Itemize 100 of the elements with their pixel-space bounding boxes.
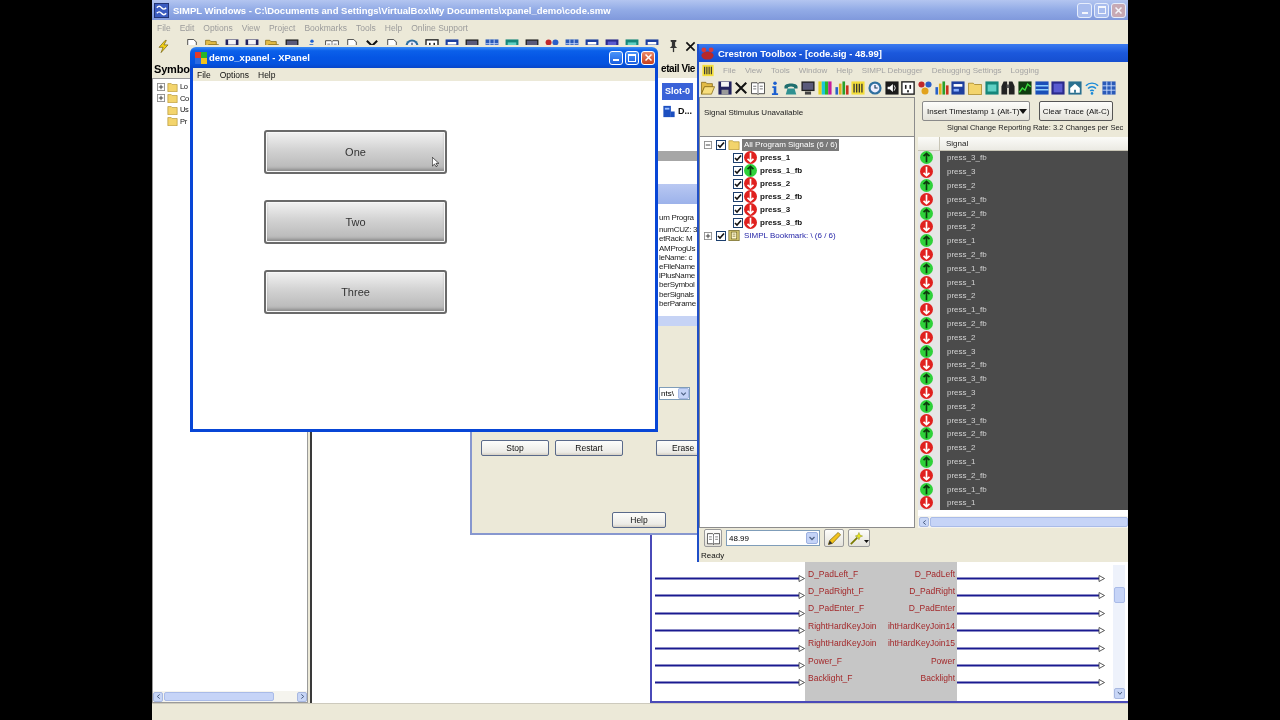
color-bars-icon[interactable] [817, 80, 832, 95]
wave-icon[interactable] [1034, 80, 1049, 95]
bar-chart-icon[interactable] [934, 80, 949, 95]
signal-wire[interactable] [957, 644, 1105, 652]
checkbox[interactable] [733, 204, 743, 215]
clock-icon[interactable] [867, 80, 882, 95]
bar-chart-icon[interactable] [834, 80, 849, 95]
line-graph-icon[interactable] [1018, 80, 1033, 95]
close-icon[interactable] [734, 80, 749, 95]
panel-button[interactable]: Three [264, 270, 447, 314]
speaker-icon[interactable] [884, 80, 899, 95]
tree-item[interactable]: SIMPL Bookmark: \ (6 / 6) [742, 229, 838, 242]
pencil-button[interactable] [824, 529, 844, 547]
panel-button[interactable]: Two [264, 200, 447, 244]
book-button[interactable] [704, 529, 722, 547]
scroll-right-button[interactable] [297, 691, 307, 702]
version-combo[interactable]: 48.99 [726, 530, 820, 546]
pin-icon[interactable] [667, 39, 680, 53]
timestamp-dropdown[interactable]: Insert Timestamp 1 (Alt-T) [922, 101, 1030, 121]
collapse-icon[interactable] [704, 140, 712, 149]
signal-wire[interactable] [652, 627, 805, 635]
document-icon[interactable] [345, 39, 359, 45]
signal-wire[interactable] [652, 644, 805, 652]
close-icon[interactable] [365, 39, 379, 45]
tree-item[interactable]: press_3 [758, 203, 793, 216]
tree-item[interactable]: press_1 [758, 151, 793, 164]
book-icon[interactable] [325, 39, 339, 45]
tree-item[interactable]: press_1_fb [758, 164, 805, 177]
tile-icon[interactable] [1051, 80, 1066, 95]
checkbox[interactable] [733, 152, 743, 163]
house-icon[interactable] [1068, 80, 1083, 95]
symbol-block[interactable]: D_PadLeft_F D_PadLeft D_PadRight_F D_PadRight D_PadEnter_F D_PadEnter RightHardKeyJoin ihtHardKeyJoin14 RightHardKeyJoin ihtHardKeyJoin15 Power_F Power Backlight_F Backlight [805, 562, 957, 701]
dialog-button[interactable]: Erase [656, 440, 697, 456]
lightning-icon[interactable] [157, 39, 170, 54]
checkbox[interactable] [733, 217, 743, 228]
panel-button[interactable]: One [264, 130, 447, 174]
columns-icon[interactable] [702, 63, 714, 77]
signal-wire[interactable] [652, 609, 805, 617]
signal-wire[interactable] [652, 661, 805, 669]
scrollbar[interactable] [1113, 565, 1125, 699]
dialog-button[interactable]: Restart [555, 440, 623, 456]
outlet-icon[interactable] [901, 80, 916, 95]
clear-trace-button[interactable]: Clear Trace (Alt-C) [1039, 101, 1113, 121]
dialog-button[interactable]: Stop [481, 440, 549, 456]
checkbox[interactable] [733, 165, 743, 176]
signal-wire[interactable] [957, 609, 1105, 617]
tree-item[interactable]: press_2_fb [758, 190, 805, 203]
scrollbar[interactable] [153, 691, 307, 702]
signal-wire[interactable] [957, 627, 1105, 635]
columns-icon[interactable] [851, 80, 866, 95]
tree-item[interactable]: press_3_fb [758, 216, 805, 229]
checkbox[interactable] [716, 139, 726, 150]
signal-wire[interactable] [957, 575, 1105, 582]
tile-icon[interactable] [984, 80, 999, 95]
slot-tab[interactable]: Slot-0 [662, 82, 693, 100]
expand-icon[interactable] [157, 94, 165, 103]
expand-icon[interactable] [157, 82, 165, 91]
menu-item[interactable]: Options [219, 69, 249, 80]
scroll-down-button[interactable] [1113, 688, 1125, 699]
people-icon[interactable] [545, 39, 559, 45]
screen-icon[interactable] [951, 80, 966, 95]
people-icon[interactable] [917, 80, 932, 95]
help-button[interactable]: Help [612, 512, 666, 528]
device-item[interactable]: D... [663, 104, 692, 118]
checkbox[interactable] [733, 191, 743, 202]
open-folder-icon[interactable] [265, 39, 279, 45]
scroll-left-button[interactable] [153, 691, 163, 702]
close-icon[interactable] [685, 41, 696, 52]
signal-wire[interactable] [957, 661, 1105, 669]
wand-button[interactable] [848, 529, 870, 547]
scroll-left-button[interactable] [919, 517, 929, 527]
tree-item[interactable]: All Program Signals (6 / 6) [742, 138, 840, 151]
signal-wire[interactable] [652, 592, 805, 600]
signal-wire[interactable] [957, 679, 1105, 687]
menu-item[interactable]: Help [258, 69, 276, 80]
minimize-icon [1081, 11, 1088, 14]
grid-icon[interactable] [1101, 80, 1116, 95]
signal-wire[interactable] [652, 679, 805, 687]
tree-item[interactable]: press_2 [758, 177, 793, 190]
scroll-thumb[interactable] [1113, 587, 1125, 603]
column-header[interactable]: Signal [940, 137, 1128, 150]
checkbox[interactable] [716, 230, 726, 241]
menu-item[interactable]: File [197, 69, 211, 80]
scroll-thumb[interactable] [930, 517, 1128, 527]
scrollbar[interactable] [918, 516, 1128, 528]
outlet-icon[interactable] [425, 39, 439, 45]
document-icon[interactable] [185, 39, 199, 45]
book-icon[interactable] [751, 80, 766, 95]
checkbox[interactable] [733, 178, 743, 189]
signal-wire[interactable] [957, 592, 1105, 600]
document-icon[interactable] [385, 39, 399, 45]
binoculars-icon[interactable] [1001, 80, 1016, 95]
wifi-icon[interactable] [1084, 80, 1099, 95]
phone-icon[interactable] [784, 80, 799, 95]
monitor-icon[interactable] [801, 80, 816, 95]
expand-icon[interactable] [704, 231, 712, 240]
scroll-thumb[interactable] [164, 692, 274, 701]
path-dropdown[interactable]: nts\ [659, 387, 690, 400]
signal-wire[interactable] [652, 575, 805, 582]
open-folder-icon[interactable] [205, 39, 219, 45]
